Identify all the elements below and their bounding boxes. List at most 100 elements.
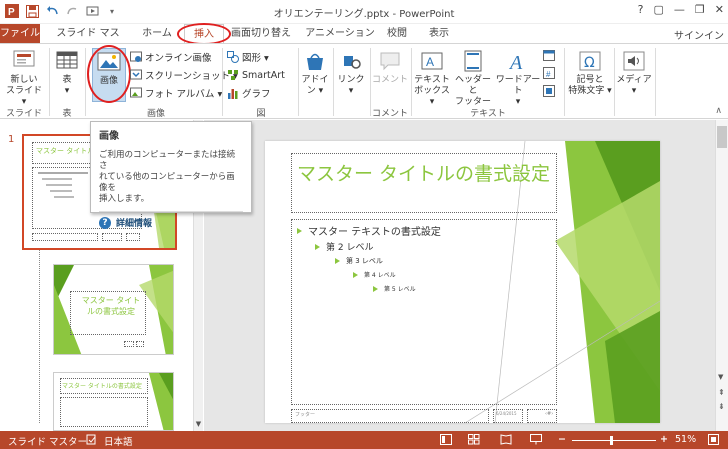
fit-slide-icon[interactable] bbox=[708, 434, 719, 448]
tooltip-body: ご利用のコンピューターまたは接続さ れている他のコンピューターから画像を 挿入し… bbox=[99, 150, 236, 204]
object-button[interactable] bbox=[543, 84, 555, 98]
slide-number-button[interactable]: # bbox=[543, 66, 555, 80]
window-title: オリエンテーリング.pptx - PowerPoint bbox=[273, 9, 455, 20]
zoom-slider[interactable] bbox=[572, 436, 656, 445]
table-icon bbox=[55, 50, 79, 72]
close-icon[interactable]: ✕ bbox=[715, 3, 724, 16]
media-button[interactable]: メディア ▾ bbox=[616, 50, 652, 97]
slide-canvas: マスター タイトルの書式設定 マスター テキストの書式設定 第 2 レベル 第 … bbox=[204, 120, 715, 431]
photo-album-button[interactable]: フォト アルバム ▾ bbox=[130, 86, 222, 100]
help-circle-icon: ? bbox=[99, 216, 111, 229]
restore-icon[interactable]: ❐ bbox=[695, 3, 705, 16]
scroll-down-arrow-icon[interactable]: ▼ bbox=[194, 420, 203, 429]
group-label-comment: コメント bbox=[371, 109, 408, 119]
scroll-down-arrow-icon[interactable]: ▼ bbox=[718, 373, 723, 381]
normal-view-icon[interactable] bbox=[440, 434, 452, 448]
scroll-thumb[interactable] bbox=[717, 126, 727, 148]
collapse-ribbon-icon[interactable]: ∧ bbox=[715, 106, 722, 116]
group-separator bbox=[564, 48, 565, 116]
zoom-in-icon[interactable]: + bbox=[660, 434, 668, 445]
table-button[interactable]: 表 ▾ bbox=[53, 50, 81, 97]
bullet-level-2: 第 2 レベル bbox=[315, 240, 373, 253]
bullet-arrow-icon bbox=[297, 227, 302, 234]
wordart-button[interactable]: A ワードアート ▾ bbox=[494, 50, 542, 108]
new-slide-button[interactable]: 新しい スライド ▾ bbox=[4, 50, 44, 108]
group-label-figure: 図 bbox=[256, 109, 266, 119]
online-image-icon bbox=[130, 51, 142, 62]
header-footer-button[interactable]: ヘッダーと フッター bbox=[452, 50, 494, 108]
wordart-icon: A bbox=[506, 50, 530, 74]
layout-thumb-date-ph bbox=[124, 341, 134, 347]
layout-thumbnail-title[interactable]: マスター タイト ルの書式設定 bbox=[53, 264, 174, 355]
tab-review[interactable]: 校閲 bbox=[382, 24, 412, 43]
new-slide-label-1: 新しい bbox=[10, 75, 38, 85]
store-icon bbox=[303, 50, 327, 72]
layout-thumbnail-content[interactable]: マスター タイトルの書式設定 bbox=[53, 372, 174, 431]
minimize-icon[interactable]: — bbox=[674, 3, 685, 16]
slide-master[interactable]: マスター タイトルの書式設定 マスター テキストの書式設定 第 2 レベル 第 … bbox=[265, 141, 660, 423]
window-controls: ? ▢ — ❐ ✕ bbox=[638, 3, 724, 16]
group-separator bbox=[298, 48, 299, 116]
online-image-button[interactable]: オンライン画像 bbox=[130, 50, 212, 64]
tab-transitions[interactable]: 画面切り替え bbox=[228, 24, 294, 43]
sign-in-link[interactable]: サインイン bbox=[674, 27, 724, 42]
table-dropdown-arrow: ▾ bbox=[64, 86, 70, 96]
header-footer-icon bbox=[461, 50, 485, 72]
table-label: 表 bbox=[62, 75, 72, 85]
tab-animations[interactable]: アニメーション bbox=[304, 24, 376, 43]
link-button[interactable]: リンク ▾ bbox=[336, 50, 366, 97]
footer-placeholder[interactable] bbox=[291, 409, 489, 423]
date-time-button[interactable] bbox=[543, 48, 555, 62]
group-label-table: 表 bbox=[62, 109, 72, 119]
layout-thumb-page-ph bbox=[136, 341, 144, 347]
chart-icon bbox=[228, 89, 238, 99]
status-bar: スライド マスター 日本語 − + 51% bbox=[0, 431, 728, 449]
photo-album-icon bbox=[130, 87, 142, 98]
ribbon-display-options-icon[interactable]: ▢ bbox=[654, 3, 664, 16]
chart-button[interactable]: グラフ bbox=[227, 86, 271, 100]
comment-button[interactable]: コメント bbox=[372, 50, 408, 86]
title-bar: P ▾ オリエンテーリング.pptx - PowerPoint ? ▢ — ❐ … bbox=[0, 0, 728, 24]
thumb-text-line bbox=[38, 172, 88, 174]
new-slide-icon bbox=[12, 50, 36, 72]
group-label-text: テキスト bbox=[470, 109, 506, 119]
textbox-button[interactable]: A テキスト ボックス ▾ bbox=[413, 50, 451, 108]
layout-thumb-title: マスター タイト ルの書式設定 bbox=[81, 296, 141, 316]
addins-button[interactable]: アドイ ン ▾ bbox=[300, 50, 330, 97]
group-separator bbox=[49, 48, 50, 116]
link-icon bbox=[339, 50, 363, 72]
previous-slide-icon[interactable]: ⇞ bbox=[718, 388, 725, 397]
bullet-level-1: マスター テキストの書式設定 bbox=[297, 223, 441, 238]
tab-slide-master[interactable]: スライド マスター bbox=[52, 24, 124, 58]
tab-file[interactable]: ファイル bbox=[0, 24, 40, 43]
group-separator bbox=[222, 48, 223, 116]
help-icon[interactable]: ? bbox=[638, 3, 644, 16]
zoom-slider-thumb[interactable] bbox=[610, 436, 613, 445]
insert-image-button[interactable]: 画像 bbox=[92, 48, 126, 102]
thumb-text-line bbox=[42, 178, 72, 180]
canvas-scrollbar[interactable]: ▼ ⇞ ⇟ bbox=[715, 120, 728, 431]
tab-insert[interactable]: 挿入 bbox=[184, 24, 224, 43]
bullet-arrow-icon bbox=[353, 271, 358, 278]
spell-check-icon[interactable] bbox=[86, 434, 97, 448]
next-slide-icon[interactable]: ⇟ bbox=[718, 402, 725, 411]
footer-text: フッター bbox=[295, 412, 316, 418]
textbox-icon: A bbox=[420, 50, 444, 72]
tab-home[interactable]: ホーム bbox=[134, 24, 180, 43]
slide-sorter-icon[interactable] bbox=[468, 434, 480, 448]
shapes-button[interactable]: 図形 ▾ bbox=[227, 50, 269, 64]
group-separator bbox=[85, 48, 86, 116]
group-separator bbox=[655, 48, 656, 116]
master-thumb-footer-ph bbox=[32, 233, 98, 241]
zoom-level[interactable]: 51% bbox=[675, 434, 696, 445]
tab-view[interactable]: 表示 bbox=[424, 24, 454, 43]
group-separator bbox=[614, 48, 615, 116]
symbols-button[interactable]: Ω 記号と 特殊文字 ▾ bbox=[568, 50, 612, 97]
tooltip-more-info-link[interactable]: ? 詳細情報 bbox=[99, 216, 243, 229]
language-label[interactable]: 日本語 bbox=[104, 434, 133, 448]
slideshow-icon[interactable] bbox=[530, 434, 542, 448]
smartart-button[interactable]: SmartArt bbox=[227, 68, 285, 82]
thumb-text-line bbox=[54, 196, 74, 198]
reading-view-icon[interactable] bbox=[500, 434, 512, 448]
zoom-out-icon[interactable]: − bbox=[558, 434, 566, 445]
